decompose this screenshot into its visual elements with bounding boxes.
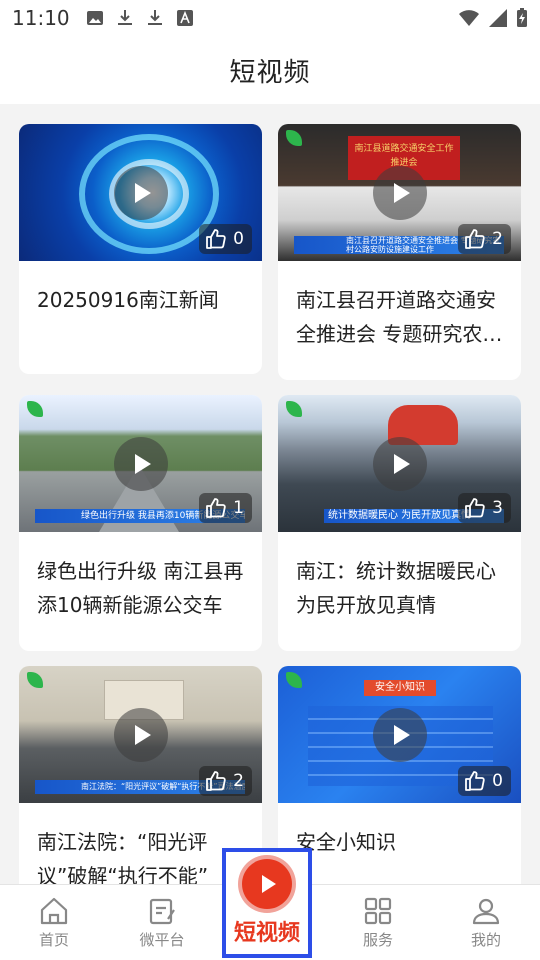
court-meeting-thumbnail[interactable]: 南江法院：“阳光评议”破解“执行不能”司法温度 2 [19, 666, 262, 803]
nav-label: 我的 [470, 931, 501, 949]
play-button[interactable] [113, 436, 168, 491]
play-button[interactable] [372, 165, 427, 220]
like-badge[interactable]: 3 [458, 493, 511, 523]
status-bar: 11:10 [0, 0, 540, 36]
station-logo-icon [286, 401, 302, 417]
video-card[interactable]: 安全小知识 0 安全小知识 [278, 666, 521, 884]
grid-icon [364, 897, 392, 925]
system-icons [458, 8, 528, 28]
nav-item-short-video[interactable]: 短视频 [222, 848, 312, 958]
station-logo-icon [27, 401, 43, 417]
nav-label: 首页 [38, 931, 69, 949]
like-count: 0 [233, 229, 244, 249]
nav-label: 服务 [362, 931, 393, 949]
edit-icon [149, 898, 175, 925]
video-title[interactable]: 20250916南江新闻 [19, 261, 262, 317]
play-button[interactable] [113, 165, 168, 220]
like-badge[interactable]: 0 [458, 766, 511, 796]
nav-item-home[interactable]: 首页 [0, 885, 108, 960]
safety-tips-thumbnail[interactable]: 安全小知识 0 [278, 666, 521, 803]
nav-label: 微平台 [139, 931, 185, 949]
thumbs-up-icon [206, 771, 226, 791]
station-logo-icon [27, 672, 43, 688]
station-logo-icon [286, 130, 302, 146]
video-grid[interactable]: 0 20250916南江新闻 南江县道路交通安全工作推进会 南江县召开道路交通安… [0, 104, 540, 884]
play-button[interactable] [372, 707, 427, 762]
status-time: 11:10 [12, 6, 70, 30]
nav-label: 短视频 [233, 921, 300, 946]
road-thumbnail[interactable]: 绿色出行升级 我县再添10辆新能源公交车 1 [19, 395, 262, 532]
font-icon [176, 10, 193, 26]
nav-item-profile[interactable]: 我的 [432, 885, 540, 960]
video-card[interactable]: 0 20250916南江新闻 [19, 124, 262, 374]
like-badge[interactable]: 2 [458, 224, 511, 254]
image-icon [86, 11, 103, 25]
notification-icons [86, 9, 194, 27]
video-title[interactable]: 南江县召开道路交通安全推进会 专题研究农村公路安防设施建设工作 [278, 261, 521, 351]
user-icon [472, 898, 500, 925]
like-count: 2 [233, 771, 244, 791]
video-card[interactable]: 绿色出行升级 我县再添10辆新能源公交车 1 绿色出行升级 南江县再添10辆新能… [19, 395, 262, 651]
like-badge[interactable]: 1 [199, 493, 252, 523]
station-logo-icon [286, 672, 302, 688]
thumbs-up-icon [206, 229, 226, 249]
crowd-thumbnail[interactable]: 统计数据暖民心 为民开放见真情 3 [278, 395, 521, 532]
safety-banner-text: 安全小知识 [375, 682, 425, 693]
like-badge[interactable]: 2 [199, 766, 252, 796]
meeting-thumbnail[interactable]: 南江县道路交通安全工作推进会 南江县召开道路交通安全推进会 专题研究农村公路安防… [278, 124, 521, 261]
play-button[interactable] [113, 707, 168, 762]
download-icon [147, 10, 162, 25]
page-header: 短视频 [0, 36, 540, 104]
home-icon [40, 897, 68, 925]
video-title[interactable]: 安全小知识 [278, 803, 521, 859]
signal-icon [489, 9, 507, 27]
nav-item-services[interactable]: 服务 [324, 885, 432, 960]
video-title[interactable]: 南江：统计数据暖民心 为民开放见真情 [278, 532, 521, 622]
like-count: 2 [492, 229, 503, 249]
like-count: 3 [492, 498, 503, 518]
news-intro-thumbnail[interactable]: 0 [19, 124, 262, 261]
nav-item-micro-platform[interactable]: 微平台 [108, 885, 216, 960]
video-card[interactable]: 南江县道路交通安全工作推进会 南江县召开道路交通安全推进会 专题研究农村公路安防… [278, 124, 521, 380]
play-button[interactable] [372, 436, 427, 491]
like-badge[interactable]: 0 [199, 224, 252, 254]
thumbs-up-icon [206, 498, 226, 518]
thumbs-up-icon [465, 771, 485, 791]
like-count: 0 [492, 771, 503, 791]
download-icon [117, 10, 132, 25]
thumbs-up-icon [465, 229, 485, 249]
thumbs-up-icon [465, 498, 485, 518]
video-card[interactable]: 统计数据暖民心 为民开放见真情 3 南江：统计数据暖民心 为民开放见真情 [278, 395, 521, 651]
play-icon [242, 859, 292, 909]
video-title[interactable]: 绿色出行升级 南江县再添10辆新能源公交车 [19, 532, 262, 622]
like-count: 1 [233, 498, 244, 518]
battery-icon [517, 8, 527, 27]
page-title: 短视频 [229, 57, 311, 88]
wifi-icon [459, 10, 479, 26]
